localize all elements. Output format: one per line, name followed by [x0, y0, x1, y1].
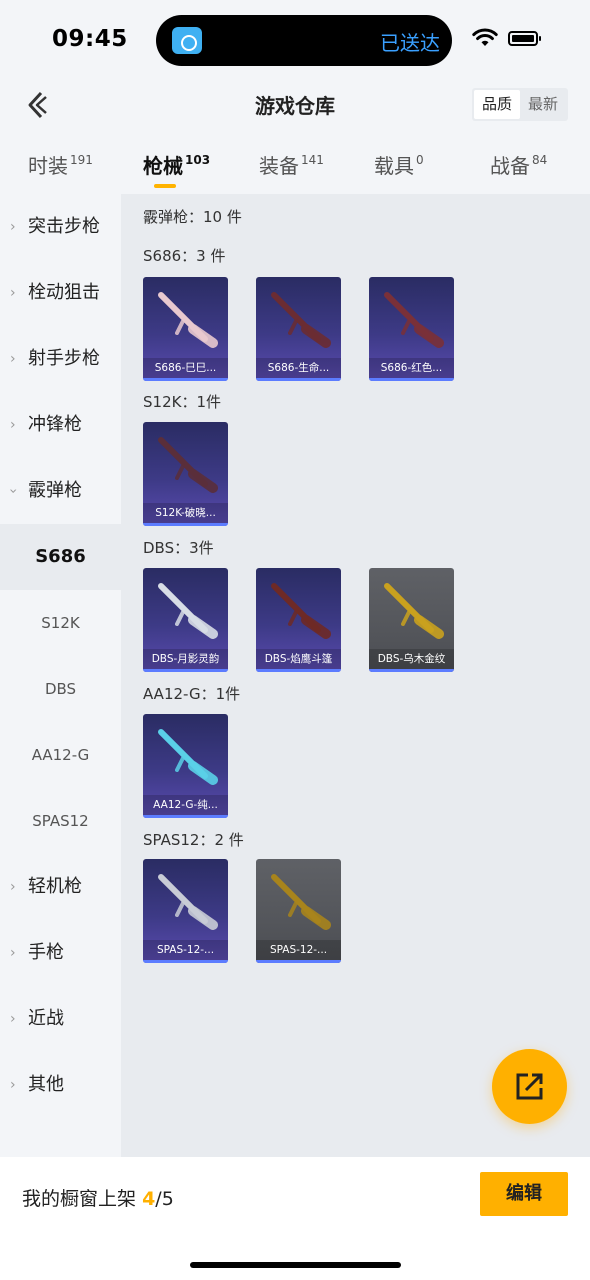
sidebar-item-other[interactable]: › 其他 [0, 1052, 121, 1118]
rarity-bar [143, 960, 228, 963]
sidebar-item-assault-rifles[interactable]: › 突击步枪 [0, 194, 121, 260]
status-time: 09:45 [52, 26, 128, 52]
weapon-thumbnail [158, 729, 218, 785]
group-title: DBS：3件 [143, 539, 214, 557]
rarity-bar [256, 378, 341, 381]
item-label: S686-生命... [256, 358, 341, 378]
group-title: SPAS12：2 件 [143, 831, 244, 849]
item-label: DBS-焰鹰斗篷 [256, 649, 341, 669]
sidebar: › 突击步枪 › 栓动狙击 › 射手步枪 › 冲锋枪 › 霰弹枪 S686 S12K DB… [0, 194, 121, 1157]
sidebar-item-pistols[interactable]: › 手枪 [0, 920, 121, 986]
item-label: S686-巳巳... [143, 358, 228, 378]
rarity-bar [369, 669, 454, 672]
weapon-thumbnail [384, 583, 444, 639]
group-title: AA12-G：1件 [143, 685, 241, 703]
tab-firearms[interactable]: 枪械 103 [143, 150, 210, 179]
rarity-bar [369, 378, 454, 381]
sidebar-subitem-s12k[interactable]: S12K [0, 590, 121, 656]
weapon-thumbnail [271, 292, 331, 348]
chevron-right-icon: › [10, 1077, 16, 1093]
rarity-bar [256, 960, 341, 963]
item-card[interactable]: SPAS-12-... [256, 859, 341, 963]
showcase-status: 我的橱窗上架 4/5 [22, 1188, 174, 1210]
group-title: S12K：1件 [143, 393, 221, 411]
item-grid-panel[interactable]: 霰弹枪：10 件 S686：3 件 S686-巳巳... S686-生命... S68… [121, 194, 590, 1157]
rarity-bar [143, 815, 228, 818]
sort-option-latest[interactable]: 最新 [520, 90, 566, 119]
chevron-right-icon: › [10, 879, 16, 895]
item-card[interactable]: S686-生命... [256, 277, 341, 381]
sidebar-subitem-s686[interactable]: S686 [0, 524, 121, 590]
sidebar-item-marksman[interactable]: › 射手步枪 [0, 326, 121, 392]
chevron-right-icon: › [10, 219, 16, 235]
chevron-right-icon: › [10, 945, 16, 961]
sort-toggle[interactable]: 品质 最新 [472, 88, 568, 121]
app-icon [172, 27, 202, 54]
chevron-right-icon: › [10, 351, 16, 367]
weapon-thumbnail [158, 583, 218, 639]
item-card[interactable]: S686-巳巳... [143, 277, 228, 381]
item-label: S12K-破晓... [143, 503, 228, 523]
showcase-footer: 我的橱窗上架 4/5 编辑 [0, 1157, 590, 1280]
rarity-bar [256, 669, 341, 672]
item-label: SPAS-12-... [143, 940, 228, 960]
weapon-thumbnail [271, 583, 331, 639]
island-status-text: 已送达 [380, 31, 440, 55]
edit-button[interactable]: 编辑 [480, 1172, 568, 1216]
tab-vehicles[interactable]: 载具 0 [374, 150, 424, 179]
wifi-icon [472, 28, 498, 46]
showcase-count: 4 [142, 1188, 156, 1210]
weapon-thumbnail [271, 874, 331, 930]
item-label: S686-红色... [369, 358, 454, 378]
item-card[interactable]: DBS-焰鹰斗篷 [256, 568, 341, 672]
item-card[interactable]: DBS-月影灵韵 [143, 568, 228, 672]
rarity-bar [143, 378, 228, 381]
weapon-thumbnail [384, 292, 444, 348]
weapon-thumbnail [158, 874, 218, 930]
tab-fashion[interactable]: 时装 191 [28, 150, 93, 179]
status-bar: 09:45 已送达 [0, 0, 590, 82]
sidebar-item-shotguns[interactable]: › 霰弹枪 [0, 458, 121, 524]
share-button[interactable] [492, 1049, 567, 1124]
chevron-right-icon: › [10, 417, 16, 433]
sidebar-item-smg[interactable]: › 冲锋枪 [0, 392, 121, 458]
tab-equipment[interactable]: 装备 141 [259, 150, 324, 179]
weapon-thumbnail [158, 437, 218, 493]
item-card[interactable]: S12K-破晓... [143, 422, 228, 526]
home-indicator[interactable] [190, 1262, 401, 1268]
group-title: S686：3 件 [143, 247, 226, 265]
nav-bar: 游戏仓库 品质 最新 [0, 82, 590, 128]
item-label: SPAS-12-... [256, 940, 341, 960]
battery-icon [508, 31, 541, 46]
sidebar-item-bolt-action[interactable]: › 栓动狙击 [0, 260, 121, 326]
tab-combat-gear[interactable]: 战备 84 [490, 150, 547, 179]
sidebar-item-lmg[interactable]: › 轻机枪 [0, 854, 121, 920]
share-external-icon [516, 1073, 543, 1100]
sidebar-subitem-spas12[interactable]: SPAS12 [0, 788, 121, 854]
item-label: AA12-G-纯... [143, 795, 228, 815]
dynamic-island[interactable]: 已送达 [156, 15, 452, 66]
active-tab-indicator [154, 184, 176, 188]
sort-option-quality[interactable]: 品质 [474, 90, 520, 119]
weapon-thumbnail [158, 292, 218, 348]
showcase-total: /5 [155, 1188, 174, 1210]
chevron-right-icon: › [10, 1011, 16, 1027]
item-label: DBS-月影灵韵 [143, 649, 228, 669]
category-summary: 霰弹枪：10 件 [143, 208, 242, 226]
item-label: DBS-乌木金纹 [369, 649, 454, 669]
category-tabs: 时装 191 枪械 103 装备 141 载具 0 战备 84 [0, 140, 590, 194]
item-card[interactable]: AA12-G-纯... [143, 714, 228, 818]
sidebar-subitem-aa12g[interactable]: AA12-G [0, 722, 121, 788]
sidebar-item-melee[interactable]: › 近战 [0, 986, 121, 1052]
item-card[interactable]: SPAS-12-... [143, 859, 228, 963]
sidebar-subitem-dbs[interactable]: DBS [0, 656, 121, 722]
rarity-bar [143, 523, 228, 526]
item-card[interactable]: DBS-乌木金纹 [369, 568, 454, 672]
rarity-bar [143, 669, 228, 672]
chevron-right-icon: › [10, 285, 16, 301]
item-card[interactable]: S686-红色... [369, 277, 454, 381]
